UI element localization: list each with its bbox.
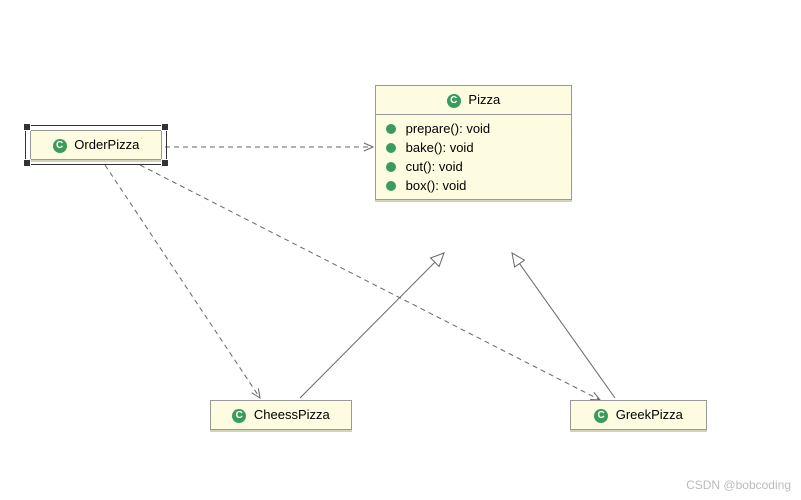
dep-orderpizza-cheesspizza: [105, 165, 260, 398]
method-row: bake(): void: [386, 138, 561, 157]
public-method-icon: [386, 124, 396, 134]
method-row: cut(): void: [386, 157, 561, 176]
method-row: prepare(): void: [386, 119, 561, 138]
class-pizza[interactable]: C Pizza prepare(): void bake(): void cut…: [375, 85, 572, 200]
resize-handle[interactable]: [161, 159, 169, 167]
resize-handle[interactable]: [23, 159, 31, 167]
class-pizza-methods: prepare(): void bake(): void cut(): void…: [376, 115, 571, 199]
method-label: cut(): void: [406, 159, 463, 174]
method-label: box(): void: [406, 178, 467, 193]
class-cheesspizza-name: CheessPizza: [254, 407, 330, 422]
public-method-icon: [386, 181, 396, 191]
public-method-icon: [386, 143, 396, 153]
method-row: box(): void: [386, 176, 561, 195]
public-method-icon: [386, 162, 396, 172]
class-icon: C: [53, 139, 67, 153]
class-icon: C: [594, 409, 608, 423]
class-orderpizza-header: C OrderPizza: [31, 131, 161, 159]
method-label: bake(): void: [406, 140, 474, 155]
class-icon: C: [232, 409, 246, 423]
class-icon: C: [447, 94, 461, 108]
class-greekpizza-name: GreekPizza: [616, 407, 683, 422]
method-label: prepare(): void: [406, 121, 491, 136]
watermark: CSDN @bobcoding: [686, 478, 791, 492]
class-orderpizza-name: OrderPizza: [74, 137, 139, 152]
class-pizza-name: Pizza: [468, 92, 500, 107]
class-pizza-header: C Pizza: [376, 86, 571, 115]
gen-greekpizza-pizza: [512, 253, 615, 398]
gen-cheesspizza-pizza: [300, 253, 444, 398]
class-orderpizza[interactable]: C OrderPizza: [30, 130, 162, 160]
class-greekpizza-header: C GreekPizza: [571, 401, 706, 429]
resize-handle[interactable]: [161, 123, 169, 131]
dep-orderpizza-greekpizza: [140, 165, 600, 400]
class-cheesspizza[interactable]: C CheessPizza: [210, 400, 352, 430]
resize-handle[interactable]: [23, 123, 31, 131]
class-greekpizza[interactable]: C GreekPizza: [570, 400, 707, 430]
class-cheesspizza-header: C CheessPizza: [211, 401, 351, 429]
